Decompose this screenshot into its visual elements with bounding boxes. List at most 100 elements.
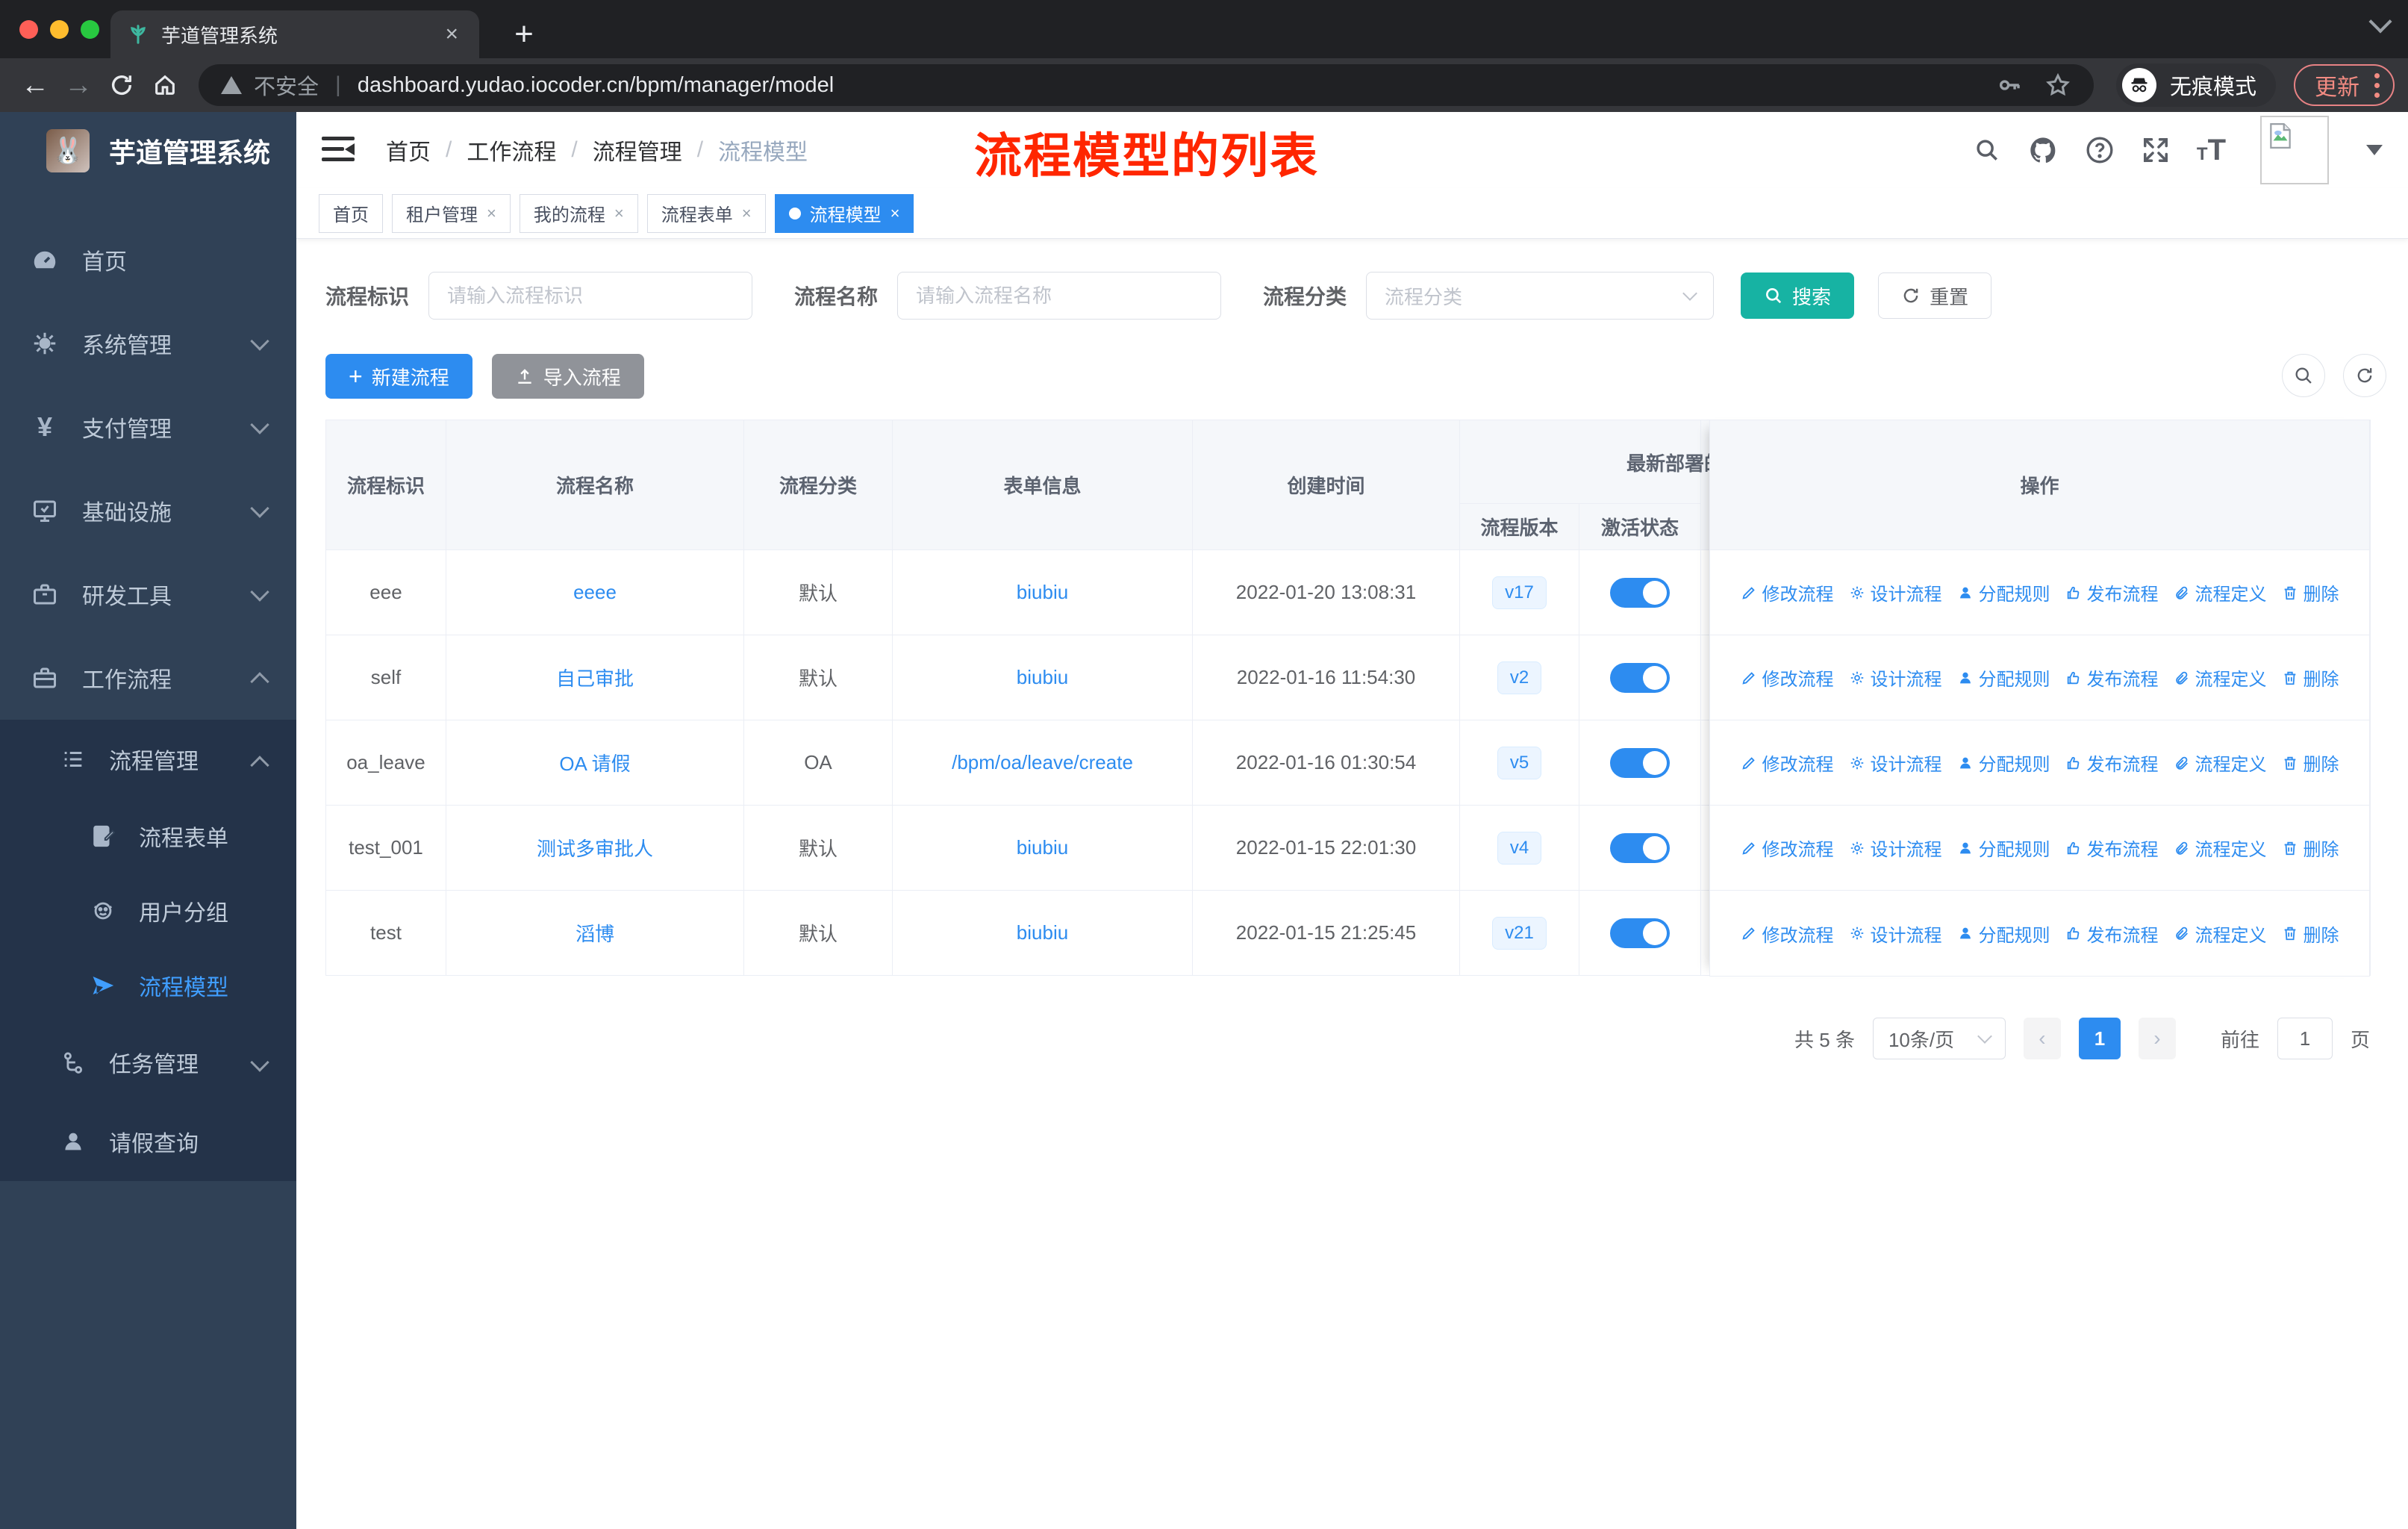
create-process-button[interactable]: + 新建流程 (325, 354, 472, 399)
breadcrumb-workflow[interactable]: 工作流程 (467, 134, 556, 166)
form-info-link[interactable]: /bpm/oa/leave/create (952, 751, 1133, 773)
process-definition-link[interactable]: 流程定义 (2174, 835, 2267, 861)
edit-process-link[interactable]: 修改流程 (1741, 921, 1834, 947)
assign-rule-link[interactable]: 分配规则 (1957, 835, 2050, 861)
sidebar-item-home[interactable]: 首页 (0, 218, 296, 302)
url-bar[interactable]: 不安全 | dashboard.yudao.iocoder.cn/bpm/man… (199, 64, 2094, 106)
process-name-link[interactable]: 滔博 (576, 923, 614, 945)
tag-home[interactable]: 首页 (319, 193, 383, 233)
sidebar-item-system[interactable]: 系统管理 (0, 302, 296, 385)
active-toggle[interactable] (1610, 662, 1670, 693)
goto-page-input[interactable] (2277, 1018, 2333, 1059)
avatar-caret-icon[interactable] (2366, 145, 2383, 155)
form-info-link[interactable]: biubiu (1017, 836, 1068, 859)
sidebar-item-process-form[interactable]: 流程表单 (0, 799, 296, 874)
font-size-icon[interactable]: TT (2197, 134, 2226, 167)
design-process-link[interactable]: 设计流程 (1849, 664, 1942, 691)
help-icon[interactable] (2085, 135, 2115, 165)
tag-close-icon[interactable]: × (890, 204, 900, 223)
tag-close-icon[interactable]: × (614, 204, 624, 223)
assign-rule-link[interactable]: 分配规则 (1957, 921, 2050, 947)
page-size-select[interactable]: 10条/页 (1872, 1018, 2006, 1059)
process-definition-link[interactable]: 流程定义 (2174, 664, 2267, 691)
design-process-link[interactable]: 设计流程 (1849, 579, 1942, 605)
version-badge[interactable]: v5 (1497, 746, 1542, 779)
current-page-button[interactable]: 1 (2078, 1018, 2121, 1059)
bookmark-star-icon[interactable] (2044, 72, 2071, 99)
delete-link[interactable]: 删除 (2282, 579, 2339, 605)
process-name-link[interactable]: 测试多审批人 (537, 838, 653, 860)
active-toggle[interactable] (1610, 577, 1670, 608)
security-label[interactable]: 不安全 (254, 69, 319, 101)
key-icon[interactable] (1997, 72, 2022, 98)
publish-process-link[interactable]: 发布流程 (2065, 750, 2159, 776)
edit-process-link[interactable]: 修改流程 (1741, 664, 1834, 691)
sidebar-item-user-group[interactable]: 用户分组 (0, 874, 296, 948)
delete-link[interactable]: 删除 (2282, 921, 2339, 947)
import-process-button[interactable]: 导入流程 (491, 354, 644, 399)
sidebar-item-infrastructure[interactable]: 基础设施 (0, 469, 296, 552)
window-controls[interactable] (19, 20, 99, 39)
form-info-link[interactable]: biubiu (1017, 666, 1068, 688)
refresh-table-button[interactable] (2343, 354, 2386, 397)
active-toggle[interactable] (1610, 832, 1670, 863)
window-close-button[interactable] (19, 20, 38, 39)
breadcrumb-process-mgmt[interactable]: 流程管理 (593, 134, 682, 166)
process-definition-link[interactable]: 流程定义 (2174, 579, 2267, 605)
edit-process-link[interactable]: 修改流程 (1741, 750, 1834, 776)
new-tab-button[interactable]: + (502, 12, 546, 57)
sidebar-collapse-button[interactable] (322, 137, 355, 164)
sidebar-item-workflow[interactable]: 工作流程 (0, 636, 296, 720)
tag-process-form[interactable]: 流程表单 × (646, 193, 766, 233)
process-name-link[interactable]: OA 请假 (559, 753, 630, 775)
version-badge[interactable]: v17 (1492, 576, 1547, 609)
assign-rule-link[interactable]: 分配规则 (1957, 750, 2050, 776)
version-badge[interactable]: v2 (1497, 661, 1542, 694)
sidebar-item-process-model[interactable]: 流程模型 (0, 948, 296, 1023)
publish-process-link[interactable]: 发布流程 (2065, 835, 2159, 861)
browser-tab[interactable]: 芋道管理系统 × (110, 10, 479, 58)
process-definition-link[interactable]: 流程定义 (2174, 750, 2267, 776)
tabstrip-chevron-icon[interactable] (2368, 10, 2392, 34)
design-process-link[interactable]: 设计流程 (1849, 835, 1942, 861)
back-button[interactable]: ← (13, 64, 57, 106)
sidebar-item-leave-query[interactable]: 请假查询 (0, 1102, 296, 1181)
process-name-input[interactable] (897, 272, 1222, 320)
process-name-link[interactable]: eeee (573, 581, 617, 603)
version-badge[interactable]: v4 (1497, 831, 1542, 865)
search-button[interactable]: 搜索 (1741, 273, 1855, 319)
sidebar-item-payment[interactable]: ¥ 支付管理 (0, 385, 296, 469)
home-button[interactable] (143, 64, 187, 106)
search-icon[interactable] (1973, 136, 2001, 164)
update-button[interactable]: 更新 (2294, 64, 2395, 106)
publish-process-link[interactable]: 发布流程 (2065, 921, 2159, 947)
github-icon[interactable] (2028, 135, 2058, 165)
design-process-link[interactable]: 设计流程 (1849, 750, 1942, 776)
update-label[interactable]: 更新 (2315, 69, 2359, 102)
sidebar-item-process-management[interactable]: 流程管理 (0, 720, 296, 799)
assign-rule-link[interactable]: 分配规则 (1957, 664, 2050, 691)
process-name-link[interactable]: 自己审批 (556, 667, 634, 690)
tag-close-icon[interactable]: × (742, 204, 752, 223)
design-process-link[interactable]: 设计流程 (1849, 921, 1942, 947)
process-category-select[interactable]: 流程分类 (1366, 272, 1715, 320)
forward-button[interactable]: → (57, 64, 100, 106)
active-toggle[interactable] (1610, 747, 1670, 778)
user-avatar[interactable] (2260, 116, 2329, 184)
delete-link[interactable]: 删除 (2282, 664, 2339, 691)
edit-process-link[interactable]: 修改流程 (1741, 579, 1834, 605)
breadcrumb-home[interactable]: 首页 (386, 134, 431, 166)
tag-close-icon[interactable]: × (487, 204, 496, 223)
tag-process-model[interactable]: 流程模型 × (774, 193, 914, 233)
assign-rule-link[interactable]: 分配规则 (1957, 579, 2050, 605)
delete-link[interactable]: 删除 (2282, 750, 2339, 776)
reset-button[interactable]: 重置 (1878, 273, 1992, 319)
toggle-search-button[interactable] (2282, 354, 2325, 397)
publish-process-link[interactable]: 发布流程 (2065, 579, 2159, 605)
prev-page-button[interactable]: ‹ (2023, 1018, 2061, 1059)
active-toggle[interactable] (1610, 918, 1670, 948)
url-text[interactable]: dashboard.yudao.iocoder.cn/bpm/manager/m… (358, 73, 834, 98)
form-info-link[interactable]: biubiu (1017, 581, 1068, 603)
delete-link[interactable]: 删除 (2282, 835, 2339, 861)
form-info-link[interactable]: biubiu (1017, 921, 1068, 944)
